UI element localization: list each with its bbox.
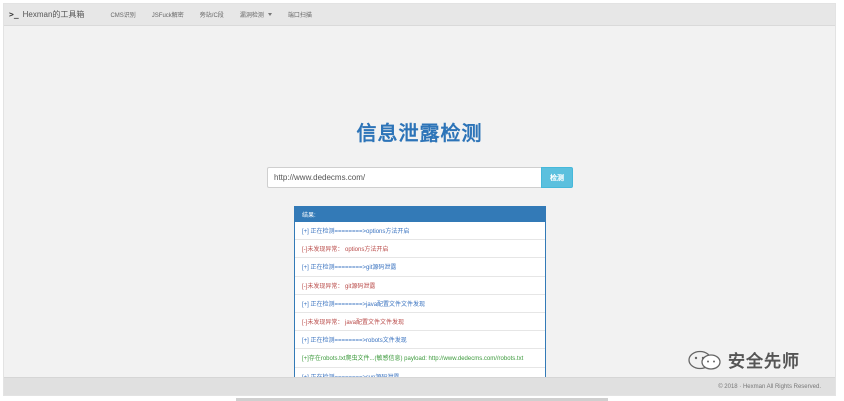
caret-down-icon xyxy=(267,13,272,16)
brand-label: Hexman的工具箱 xyxy=(22,10,85,19)
search-row: 检测 xyxy=(267,167,573,188)
copyright-text: © 2018 · Hexman All Rights Reserved. xyxy=(718,384,821,390)
watermark-text: 安全先师 xyxy=(728,352,800,371)
result-list[interactable]: [+] 正在检测========>options方法开启 [-]未发现异常： op… xyxy=(295,222,545,380)
footer: © 2018 · Hexman All Rights Reserved. xyxy=(4,377,835,395)
wechat-logo-icon xyxy=(688,350,721,370)
detect-button[interactable]: 检测 xyxy=(541,167,573,188)
result-header: 结果: xyxy=(295,207,545,222)
browser-viewport: >_ Hexman的工具箱 CMS识别 JSFuck解密 旁站/C段 漏洞检测 … xyxy=(3,3,836,396)
nav-item-jsfuck[interactable]: JSFuck解密 xyxy=(152,10,184,19)
page-title: 信息泄露检测 xyxy=(356,123,483,145)
result-line: [-]未发现异常： git源码泄露 xyxy=(295,277,545,295)
result-line: [-]未发现异常： java配置文件文件发现 xyxy=(295,313,545,332)
result-line: [+] 正在检测========>robots文件发现 xyxy=(295,331,545,350)
watermark: 安全先师 xyxy=(686,347,800,372)
nav-item-subdomain[interactable]: 旁站/C段 xyxy=(200,10,224,19)
nav-item-label: 旁站/C段 xyxy=(199,13,224,19)
result-panel: 结果: [+] 正在检测========>options方法开启 [-]未发现异常… xyxy=(294,206,546,381)
nav-item-vuln-detect[interactable]: 漏洞检测 xyxy=(240,10,272,19)
result-line: [+] 正在检测========>options方法开启 xyxy=(295,222,545,241)
url-input[interactable] xyxy=(267,167,542,188)
terminal-icon: >_ xyxy=(9,10,19,19)
nav-item-label: 端口扫描 xyxy=(287,13,312,19)
nav-item-cms[interactable]: CMS识别 xyxy=(110,10,135,19)
navbar-brand[interactable]: >_ Hexman的工具箱 xyxy=(4,9,84,20)
nav-item-label: CMS识别 xyxy=(110,13,136,19)
navbar: >_ Hexman的工具箱 CMS识别 JSFuck解密 旁站/C段 漏洞检测 … xyxy=(4,4,835,26)
nav-item-label: JSFuck解密 xyxy=(151,13,184,19)
result-line: [+] 正在检测========>git源码泄露 xyxy=(295,258,545,277)
nav-item-port-scan[interactable]: 端口扫描 xyxy=(288,10,312,19)
result-line: [+] 正在检测========>java配置文件文件发现 xyxy=(295,295,545,313)
result-line: [+]存在robots.txt爬虫文件...(敏感信息) payload: ht… xyxy=(295,349,545,368)
nav-item-label: 漏洞检测 xyxy=(239,13,264,19)
result-line: [-]未发现异常： options方法开启 xyxy=(295,240,545,259)
